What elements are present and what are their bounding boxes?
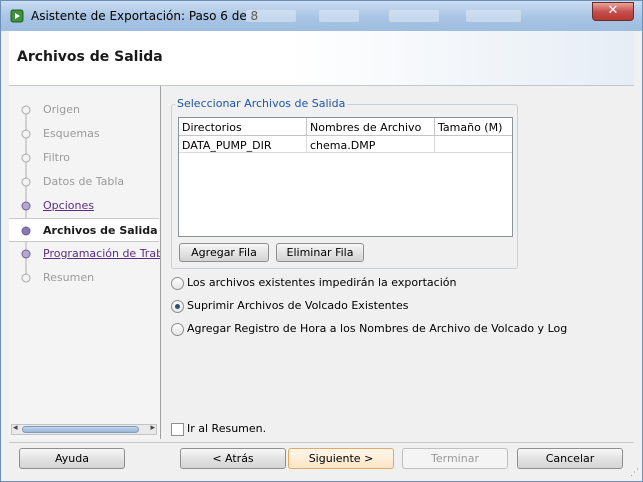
title-bar[interactable]: Asistente de Exportación: Paso 6 de 8 ✕ xyxy=(1,1,642,31)
window-title: Asistente de Exportación: Paso 6 de 8 xyxy=(31,9,259,23)
step-marker-icon xyxy=(21,177,31,187)
scrollbar-thumb[interactable] xyxy=(22,426,139,433)
step-marker-icon xyxy=(21,226,31,236)
scroll-left-icon[interactable]: ◂ xyxy=(13,423,18,433)
nav-step-8: Resumen xyxy=(9,266,159,290)
nav-step-label: Esquemas xyxy=(43,127,100,140)
radio-suppress-existing-label[interactable]: Suprimir Archivos de Volcado Existentes xyxy=(187,299,408,312)
step-marker-icon xyxy=(21,105,31,115)
table-cell-directory[interactable]: DATA_PUMP_DIR xyxy=(179,136,307,153)
background-blur xyxy=(466,10,521,22)
go-to-summary-label[interactable]: Ir al Resumen. xyxy=(187,422,266,435)
close-icon: ✕ xyxy=(607,3,619,18)
next-button[interactable]: Siguiente > xyxy=(288,448,394,469)
export-wizard-window: Asistente de Exportación: Paso 6 de 8 ✕ … xyxy=(0,0,643,482)
nav-step-label: Datos de Tabla xyxy=(43,175,125,188)
step-marker-icon xyxy=(21,249,31,259)
radio-prevent-export[interactable] xyxy=(171,277,184,290)
nav-step-4: Datos de Tabla xyxy=(9,170,159,194)
footer-divider xyxy=(9,442,634,443)
background-blur xyxy=(389,10,439,22)
go-to-summary-checkbox[interactable] xyxy=(171,423,184,436)
finish-button: Terminar xyxy=(402,448,508,469)
wizard-app-icon xyxy=(10,9,24,23)
table-cell-filename[interactable]: chema.DMP xyxy=(307,136,435,153)
nav-step-label: Origen xyxy=(43,103,80,116)
help-button[interactable]: Ayuda xyxy=(19,448,125,469)
nav-step-label: Archivos de Salida xyxy=(43,224,158,237)
nav-step-label: Programación de Trabajo xyxy=(43,247,160,260)
background-blur xyxy=(319,10,359,22)
output-files-legend: Seleccionar Archivos de Salida xyxy=(175,97,348,110)
background-blur xyxy=(246,10,296,22)
column-header-directorios[interactable]: Directorios xyxy=(179,118,307,136)
nav-horizontal-scrollbar[interactable]: ◂ ▸ xyxy=(11,423,157,435)
add-row-button[interactable]: Agregar Fila xyxy=(179,243,269,262)
scroll-right-icon[interactable]: ▸ xyxy=(150,423,155,433)
wizard-steps-nav: Origen Esquemas Filtro Datos de Tabla Opcion… xyxy=(9,86,161,439)
delete-row-button[interactable]: Eliminar Fila xyxy=(276,243,364,262)
nav-step-7[interactable]: Programación de Trabajo xyxy=(9,242,160,266)
nav-step-2: Esquemas xyxy=(9,122,159,146)
radio-add-timestamp-label[interactable]: Agregar Registro de Hora a los Nombres d… xyxy=(187,322,567,335)
nav-step-5[interactable]: Opciones xyxy=(9,194,159,218)
column-header-nombres-de-archivo[interactable]: Nombres de Archivo xyxy=(307,118,435,136)
nav-step-label: Resumen xyxy=(43,271,95,284)
nav-step-label: Opciones xyxy=(43,199,94,212)
step-marker-icon xyxy=(21,201,31,211)
nav-step-6[interactable]: Archivos de Salida xyxy=(9,218,159,242)
radio-suppress-existing[interactable] xyxy=(171,300,184,313)
nav-step-1: Origen xyxy=(9,98,159,122)
column-header-tamano[interactable]: Tamaño (M) xyxy=(435,118,512,136)
nav-step-label: Filtro xyxy=(43,151,70,164)
page-title: Archivos de Salida xyxy=(17,49,163,65)
cancel-button[interactable]: Cancelar xyxy=(517,448,623,469)
step-marker-icon xyxy=(21,153,31,163)
back-button[interactable]: < Atrás xyxy=(180,448,286,469)
nav-step-3: Filtro xyxy=(9,146,159,170)
step-header: Archivos de Salida xyxy=(9,31,634,86)
radio-add-timestamp[interactable] xyxy=(171,323,184,336)
output-files-table[interactable]: Directorios Nombres de Archivo Tamaño (M… xyxy=(178,117,513,237)
resize-grip-icon[interactable]: ⋰ xyxy=(630,468,639,478)
step-marker-icon xyxy=(21,273,31,283)
table-cell-size[interactable] xyxy=(435,136,512,153)
radio-prevent-export-label[interactable]: Los archivos existentes impedirán la exp… xyxy=(187,276,456,289)
close-button[interactable]: ✕ xyxy=(592,2,634,21)
step-marker-icon xyxy=(21,129,31,139)
